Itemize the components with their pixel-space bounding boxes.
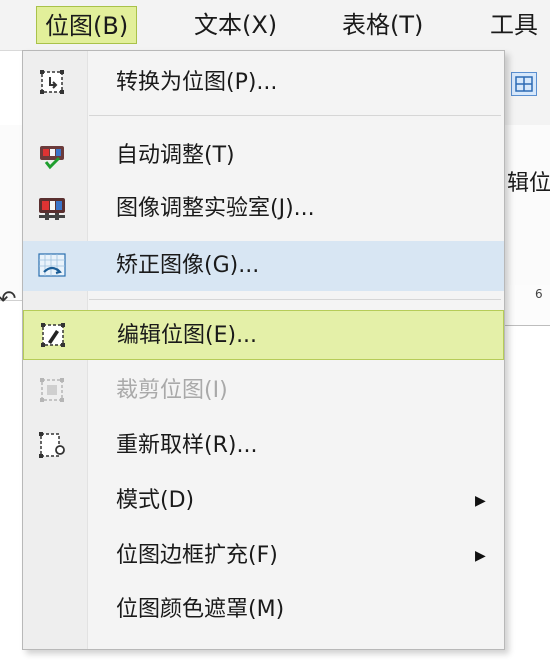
background-property-bar-left: ↶ [0, 125, 22, 312]
auto-adjust-icon [37, 140, 67, 170]
menu-item-label: 矫正图像(G)... [116, 253, 260, 278]
ruler: 6 [505, 285, 550, 326]
menu-item-straighten-image[interactable]: 矫正图像(G)... [23, 241, 504, 291]
menu-item-label: 自动调整(T) [116, 143, 235, 168]
menu-separator [89, 115, 501, 116]
background-property-bar-right: 辑位 [505, 125, 550, 301]
ruler-number: 6 [535, 287, 543, 301]
background-toolbar [505, 50, 550, 126]
menu-item-label: 转换为位图(P)... [116, 70, 278, 95]
menu-item-resample[interactable]: 重新取样(R)... [23, 421, 504, 471]
bitmap-menu-dropdown: 转换为位图(P)... 自动调整(T) 图像调整实验室(J)... 矫正图像(G… [22, 50, 505, 650]
menu-table[interactable]: 表格(T) [334, 6, 431, 44]
menu-item-crop-bitmap: 裁剪位图(I) [23, 366, 504, 416]
menu-text[interactable]: 文本(X) [186, 6, 285, 44]
menu-item-label: 模式(D) [116, 488, 195, 513]
menu-item-label: 裁剪位图(I) [116, 378, 228, 403]
crop-bitmap-icon [37, 375, 67, 405]
menu-item-label: 重新取样(R)... [116, 433, 258, 458]
submenu-arrow-icon: ▶ [475, 548, 486, 564]
convert-to-bitmap-icon [37, 67, 67, 97]
menu-bar: 位图(B) 文本(X) 表格(T) 工具 [0, 0, 550, 51]
property-bar-label: 辑位 [507, 171, 550, 196]
toolbar-grid-icon[interactable] [511, 72, 537, 96]
menu-item-mode[interactable]: 模式(D) ▶ [23, 476, 504, 526]
menu-item-label: 图像调整实验室(J)... [116, 196, 315, 221]
undo-icon[interactable]: ↶ [0, 287, 16, 312]
edit-bitmap-icon [38, 320, 68, 350]
resample-icon [37, 430, 67, 460]
menu-separator [89, 299, 501, 300]
submenu-arrow-icon: ▶ [475, 493, 486, 509]
menu-item-auto-adjust[interactable]: 自动调整(T) [23, 131, 504, 181]
menu-item-label: 位图边框扩充(F) [116, 543, 278, 568]
menu-item-edit-bitmap[interactable]: 编辑位图(E)... [23, 310, 504, 360]
image-adjustment-lab-icon [37, 193, 67, 223]
menu-item-bitmap-border-expand[interactable]: 位图边框扩充(F) ▶ [23, 531, 504, 581]
menu-bitmap[interactable]: 位图(B) [36, 6, 138, 44]
menu-item-label: 编辑位图(E)... [117, 323, 258, 348]
menu-item-image-adjustment-lab[interactable]: 图像调整实验室(J)... [23, 184, 504, 234]
menu-item-bitmap-color-mask[interactable]: 位图颜色遮罩(M) [23, 585, 504, 635]
menu-tools[interactable]: 工具 [482, 6, 546, 44]
straighten-image-icon [37, 250, 67, 280]
menu-item-convert-to-bitmap[interactable]: 转换为位图(P)... [23, 58, 504, 108]
menu-item-label: 位图颜色遮罩(M) [116, 597, 285, 622]
